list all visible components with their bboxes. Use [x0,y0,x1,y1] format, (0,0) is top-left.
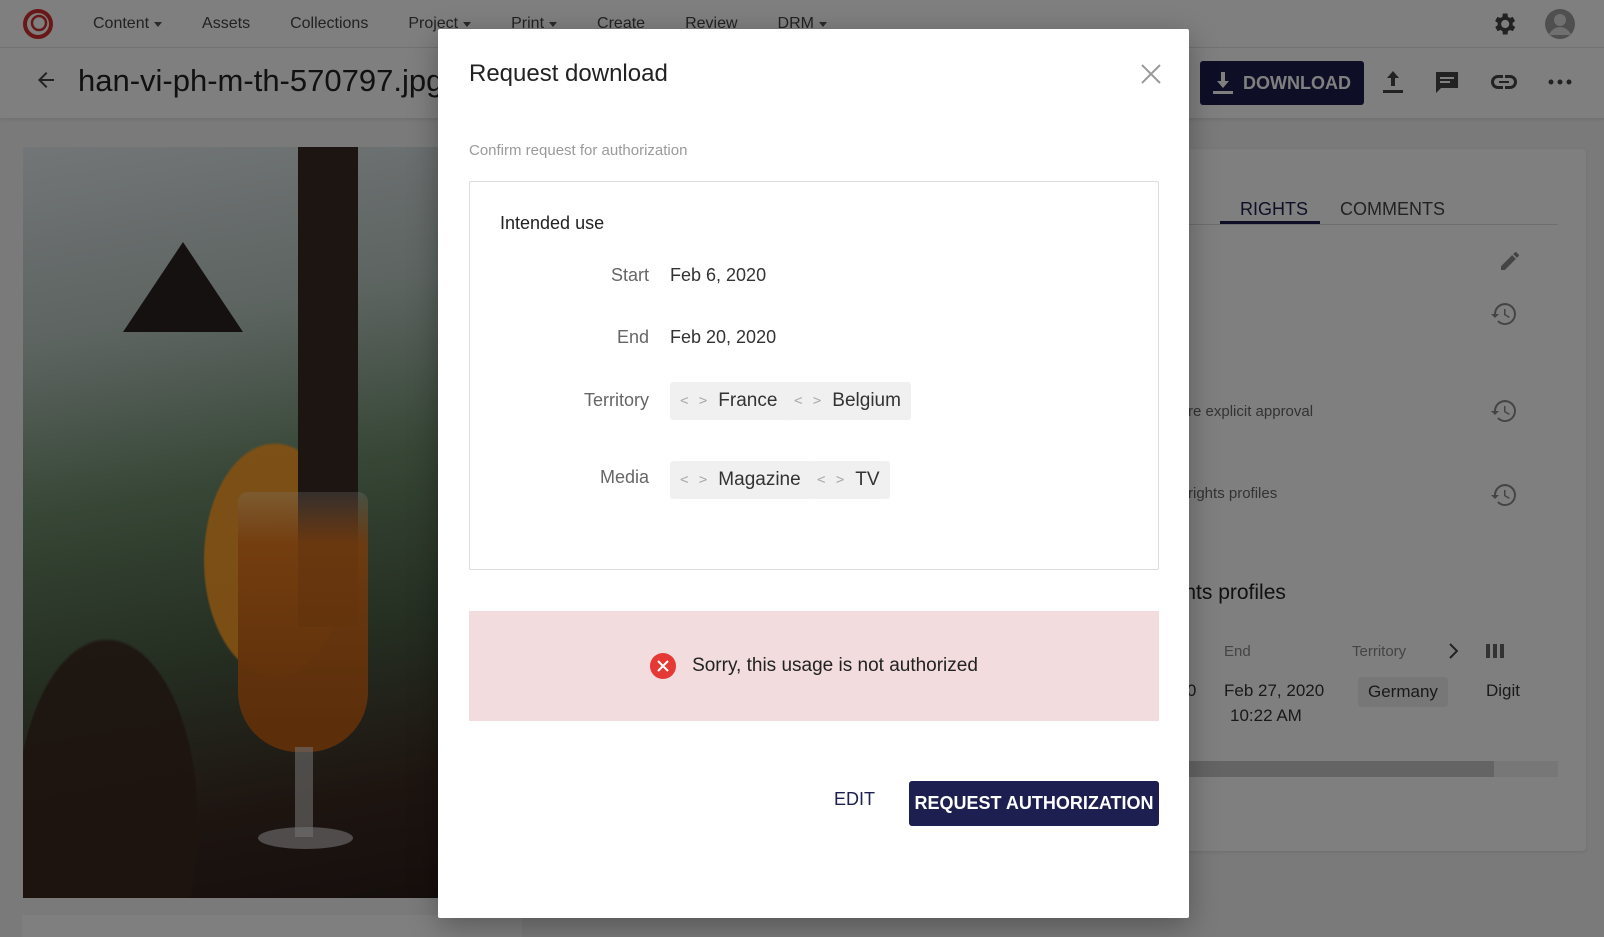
dialog-title: Request download [469,60,668,87]
intended-use-title: Intended use [500,213,605,233]
end-label: End [616,327,649,347]
close-icon[interactable] [1136,59,1166,89]
end-value: Feb 20, 2020 [670,327,777,347]
media-chip-tv: < > TV [807,461,890,499]
edit-button[interactable]: EDIT [834,789,875,810]
media-label: Media [599,467,649,487]
request-authorization-button[interactable]: REQUEST AUTHORIZATION [909,781,1159,826]
intended-use-box: Intended use Start Feb 6, 2020 End Feb 2… [469,181,1159,570]
media-chip-magazine: < > Magazine [670,461,811,499]
code-icon: < > [817,472,846,488]
territory-label: Territory [583,390,649,410]
code-icon: < > [680,393,709,409]
territory-chip-belgium: < > Belgium [784,382,911,420]
dialog-subtitle: Confirm request for authorization [469,142,688,159]
code-icon: < > [680,472,709,488]
territory-chip-france: < > France [670,382,788,420]
error-alert: Sorry, this usage is not authorized [469,611,1159,721]
request-download-dialog: Request download Confirm request for aut… [438,29,1189,918]
start-label: Start [610,265,649,285]
code-icon: < > [794,393,823,409]
error-icon [650,653,677,679]
alert-message: Sorry, this usage is not authorized [692,655,978,676]
start-value: Feb 6, 2020 [670,265,767,285]
